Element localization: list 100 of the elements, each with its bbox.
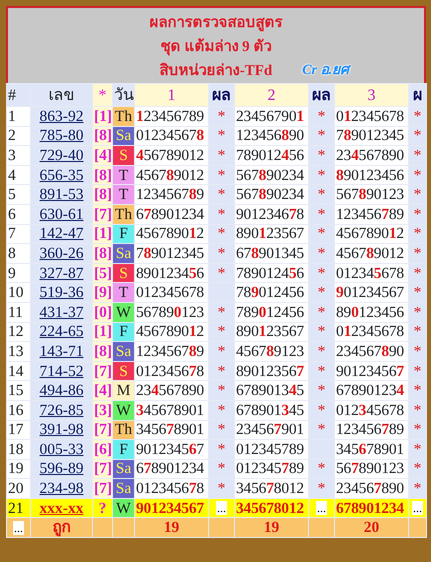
table-cell: 456789012	[134, 146, 208, 166]
table-cell: 890123567	[234, 224, 308, 244]
table-cell: [4]	[92, 380, 112, 400]
table-cell: *	[308, 146, 334, 166]
table-cell: 14	[6, 361, 30, 381]
table-cell: *	[408, 322, 426, 342]
table-cell: 678901345	[234, 400, 308, 420]
table-cell: 19	[234, 518, 308, 538]
table-cell: 890123567	[234, 322, 308, 342]
table-cell: *	[208, 224, 234, 244]
table-cell: 012345789	[234, 459, 308, 479]
table-cell: [4]	[92, 146, 112, 166]
table-cell: *	[408, 478, 426, 498]
table-cell: *	[208, 126, 234, 146]
table-cell: *	[208, 459, 234, 479]
column-header: เลข	[30, 84, 92, 106]
day-tag: S	[112, 146, 134, 166]
table-cell: *	[208, 400, 234, 420]
table-cell: 6	[6, 204, 30, 224]
table-cell: 567890123	[334, 459, 408, 479]
table-cell: *	[408, 126, 426, 146]
table-cell: [8]	[92, 244, 112, 264]
table-cell: *	[208, 361, 234, 381]
table-cell: 012345678	[134, 361, 208, 381]
table-cell: 012345678	[334, 322, 408, 342]
table-cell: [8]	[92, 342, 112, 362]
table-cell: *	[308, 420, 334, 440]
column-header: วัน	[112, 84, 134, 106]
table-cell: *	[408, 361, 426, 381]
table-cell: 5	[6, 184, 30, 204]
table-cell: [9]	[92, 282, 112, 302]
table-cell: 789012456	[234, 146, 308, 166]
ellipsis-text: ...	[216, 501, 227, 516]
table-cell: *	[408, 146, 426, 166]
table-cell: 678901345	[234, 244, 308, 264]
table-cell: 456789012	[134, 224, 208, 244]
table-cell: 123456789	[334, 420, 408, 440]
table-cell: *	[208, 165, 234, 185]
table-cell: *	[208, 440, 234, 460]
table-cell: *	[308, 165, 334, 185]
column-header: *	[92, 84, 112, 106]
table-cell: ?	[92, 498, 112, 518]
table-cell: 901234678	[234, 204, 308, 224]
table-cell: 11	[6, 302, 30, 322]
table-cell: 19	[134, 518, 208, 538]
table-cell: *	[208, 204, 234, 224]
table-cell: [1]	[92, 106, 112, 126]
table-cell: *	[208, 263, 234, 283]
table-cell: *	[308, 184, 334, 204]
table-cell: *	[308, 224, 334, 244]
day-tag: Sa	[112, 478, 134, 498]
table-cell: [8]	[92, 184, 112, 204]
credit-text: Cr อ.ยศ	[302, 60, 349, 81]
table-cell: 789012345	[334, 126, 408, 146]
table-cell: 21	[6, 498, 30, 518]
table-cell: [1]	[92, 322, 112, 342]
table-cell: *	[308, 302, 334, 322]
table-cell: *	[208, 420, 234, 440]
day-tag: Sa	[112, 459, 134, 479]
column-header: ผ	[408, 84, 426, 106]
day-tag: T	[112, 282, 134, 302]
ellipsis-text: ...	[412, 501, 423, 516]
table-cell: 456789012	[134, 165, 208, 185]
table-cell: *	[408, 380, 426, 400]
table-cell: [7]	[92, 420, 112, 440]
table-cell: 15	[6, 380, 30, 400]
table-cell: *	[408, 244, 426, 264]
table-cell: [8]	[92, 126, 112, 146]
day-tag: Sa	[112, 126, 134, 146]
title-text: ผลการตรวจสอบสูตร	[150, 14, 282, 32]
column-header: ผล	[308, 84, 334, 106]
day-tag: Th	[112, 420, 134, 440]
table-cell: 890123456	[134, 263, 208, 283]
table-cell: 012345678	[334, 106, 408, 126]
day-tag: W	[112, 400, 134, 420]
table-cell: *	[408, 165, 426, 185]
table-cell: *	[308, 342, 334, 362]
table-cell: [5]	[92, 263, 112, 283]
ellipsis-text: ...	[13, 520, 24, 535]
table-cell: 456789012	[334, 224, 408, 244]
table-cell: 567890234	[234, 165, 308, 185]
table-cell: [0]	[92, 302, 112, 322]
table-cell: 901234567	[334, 282, 408, 302]
table-cell: 890123456	[334, 165, 408, 185]
table-cell: *	[308, 322, 334, 342]
table-cell: [8]	[92, 165, 112, 185]
table-cell: *	[208, 244, 234, 264]
table-cell: *	[408, 400, 426, 420]
table-cell: 678901234	[134, 204, 208, 224]
table-cell: [7]	[92, 478, 112, 498]
table-cell: 345678901	[134, 400, 208, 420]
column-header: #	[6, 84, 30, 106]
table-cell: *	[308, 106, 334, 126]
day-tag: W	[112, 302, 134, 322]
table-cell: *	[408, 282, 426, 302]
table-cell: *	[408, 459, 426, 479]
table-cell: *	[308, 204, 334, 224]
day-tag: T	[112, 165, 134, 185]
day-tag: M	[112, 380, 134, 400]
table-cell: *	[208, 184, 234, 204]
